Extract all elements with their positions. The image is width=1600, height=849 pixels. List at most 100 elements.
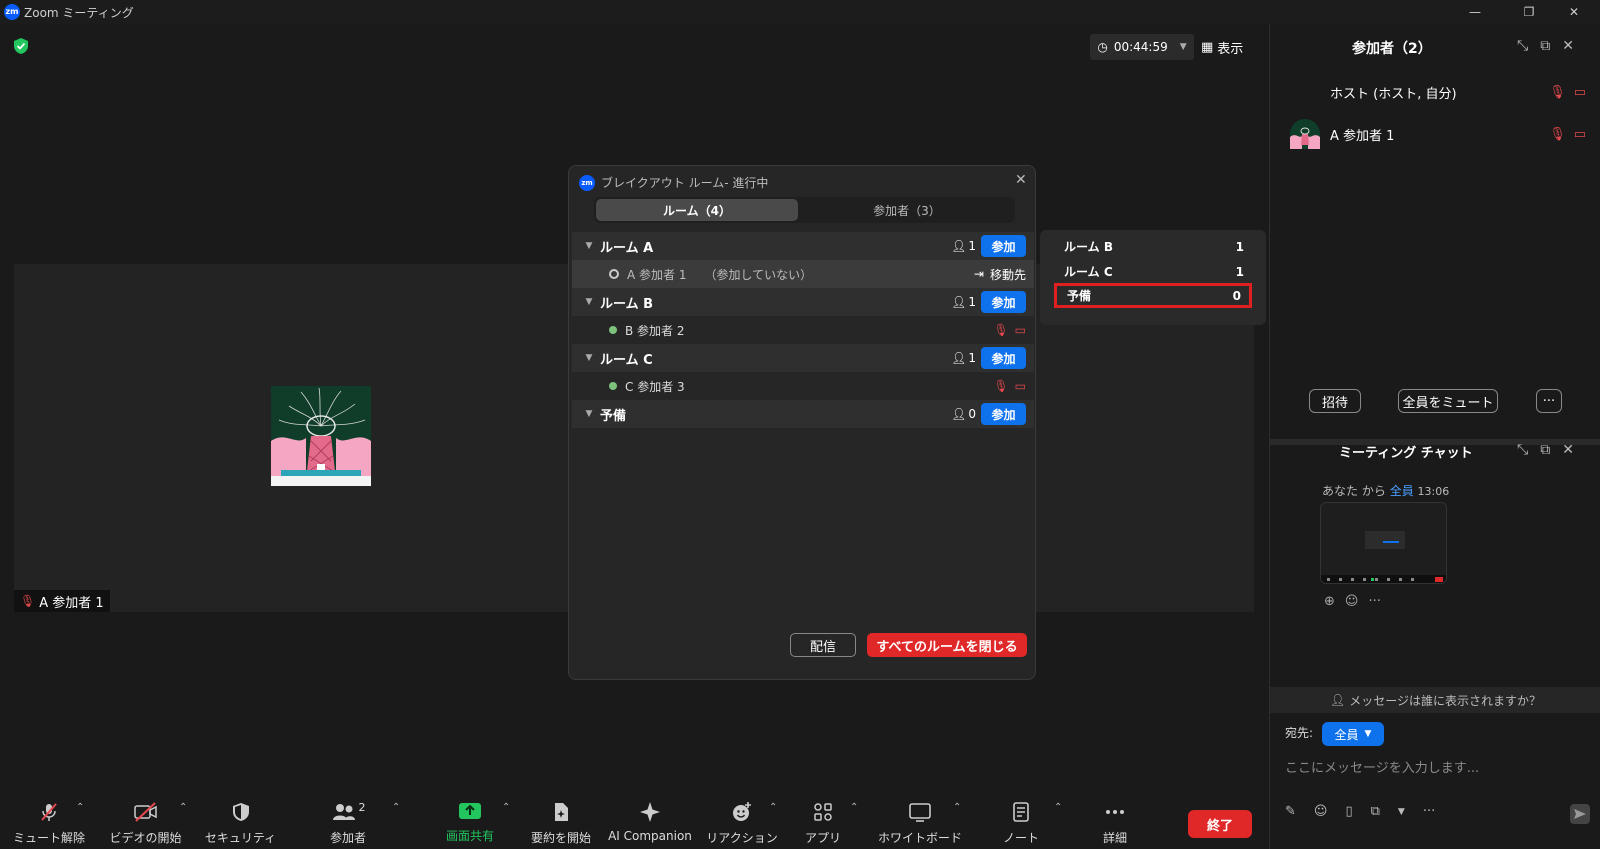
add-reaction-icon[interactable]: ☺ xyxy=(1345,594,1359,609)
expand-triangle-icon[interactable]: ▼ xyxy=(578,241,600,251)
more-dots-icon[interactable]: ··· xyxy=(1423,804,1435,819)
pop-out-icon[interactable]: ⧉ xyxy=(1540,442,1550,458)
video-off-icon[interactable]: ▭ xyxy=(1574,85,1586,100)
recipient-select[interactable]: 全員 ▼ xyxy=(1322,722,1384,746)
chevron-up-icon[interactable]: ⌃ xyxy=(953,802,961,813)
not-joined-status-icon xyxy=(609,269,619,279)
view-button[interactable]: ▦ 表示 xyxy=(1201,34,1257,60)
room-count-value: 1 xyxy=(968,295,976,309)
broadcast-button[interactable]: 配信 xyxy=(790,633,856,657)
collapse-icon[interactable]: ⤡ xyxy=(1517,442,1528,458)
tab-rooms[interactable]: ルーム（4） xyxy=(596,199,798,221)
invite-button[interactable]: 招待 xyxy=(1309,389,1361,413)
expand-triangle-icon[interactable]: ▼ xyxy=(578,297,600,307)
join-button[interactable]: 参加 xyxy=(981,403,1026,425)
chevron-up-icon[interactable]: ⌃ xyxy=(502,802,510,813)
start-video-button[interactable]: ビデオの開始 xyxy=(108,792,183,849)
security-button[interactable]: セキュリティ xyxy=(205,792,276,849)
recipient-value: 全員 xyxy=(1334,727,1359,742)
participant-row-a1[interactable]: A 参加者 1 （参加していない） ⇥ 移動先 xyxy=(572,260,1034,288)
restore-icon[interactable]: ❐ xyxy=(1506,0,1552,24)
move-to-action[interactable]: ⇥ 移動先 xyxy=(974,266,1026,283)
participant-row-c3[interactable]: C 参加者 3 🎙︎ ▭ xyxy=(572,372,1034,400)
move-to-menu: ルーム B 1 ルーム C 1 予備 0 xyxy=(1040,230,1266,325)
move-to-item-spare[interactable]: 予備 0 xyxy=(1054,283,1252,308)
participant-status-icons: 🎙︎ ▭ xyxy=(1549,127,1586,142)
room-row-c[interactable]: ▼ ルーム C 👤︎ 1 参加 xyxy=(572,344,1034,372)
participants-button[interactable]: 2 参加者 xyxy=(318,792,378,849)
apps-button[interactable]: アプリ xyxy=(797,792,849,849)
participant-name: A 参加者 1 xyxy=(627,267,687,282)
chevron-up-icon[interactable]: ⌃ xyxy=(769,802,777,813)
chevron-down-icon[interactable]: ▼ xyxy=(1398,807,1405,817)
close-icon[interactable]: ✕ xyxy=(1562,38,1574,54)
minimize-icon[interactable]: — xyxy=(1452,0,1498,24)
chevron-up-icon[interactable]: ⌃ xyxy=(392,802,400,813)
join-button[interactable]: 参加 xyxy=(981,235,1026,257)
expand-triangle-icon[interactable]: ▼ xyxy=(578,353,600,363)
people-info-icon: 👤︎ xyxy=(1330,693,1346,707)
collapse-icon[interactable]: ⤡ xyxy=(1517,38,1528,54)
move-to-item-room-c[interactable]: ルーム C 1 xyxy=(1054,259,1252,284)
room-count: 👤︎ 0 xyxy=(951,407,976,421)
room-row-b[interactable]: ▼ ルーム B 👤︎ 1 参加 xyxy=(572,288,1034,316)
meeting-timer[interactable]: ◷ 00:44:59 ▼ xyxy=(1090,34,1194,60)
participant-list-item-host[interactable]: ホスト (ホスト, 自分) 🎙︎ ▭ xyxy=(1290,74,1586,110)
screenshot-icon[interactable]: ⧉ xyxy=(1371,804,1380,819)
person-icon: 👤︎ xyxy=(951,295,967,309)
chat-panel-controls: ⤡ ⧉ ✕ xyxy=(1517,442,1574,458)
share-screen-button[interactable]: 画面共有 xyxy=(438,792,502,849)
zoom-logo-icon: zm xyxy=(4,4,20,20)
chat-panel-title: ミーティング チャット xyxy=(1339,446,1473,461)
reactions-button[interactable]: リアクション xyxy=(706,792,778,849)
chat-message-input[interactable]: ここにメッセージを入力します... xyxy=(1285,757,1479,776)
close-icon[interactable]: ✕ xyxy=(1562,442,1574,458)
move-to-label: 移動先 xyxy=(989,267,1026,282)
chevron-up-icon[interactable]: ⌃ xyxy=(179,802,187,813)
more-options-button[interactable]: ··· xyxy=(1536,389,1562,413)
start-summary-button[interactable]: 要約を開始 xyxy=(526,792,596,849)
more-dots-icon xyxy=(1106,810,1124,814)
chat-image-attachment[interactable] xyxy=(1320,502,1447,584)
recipient-label: 宛先: xyxy=(1285,726,1314,740)
whiteboard-button[interactable]: ホワイトボード xyxy=(878,792,962,849)
chat-recipient-link[interactable]: 全員 xyxy=(1390,484,1414,498)
pop-out-icon[interactable]: ⧉ xyxy=(1540,38,1550,54)
end-meeting-button[interactable]: 終了 xyxy=(1188,810,1252,838)
chevron-up-icon[interactable]: ⌃ xyxy=(850,802,858,813)
more-button[interactable]: 詳細 xyxy=(1092,792,1138,849)
mic-muted-icon[interactable]: 🎙︎ xyxy=(1549,127,1566,142)
more-dots-icon[interactable]: ··· xyxy=(1368,594,1380,609)
reply-icon[interactable]: ⊕ xyxy=(1324,594,1335,609)
move-to-item-room-b[interactable]: ルーム B 1 xyxy=(1054,234,1252,259)
notes-button[interactable]: ノート xyxy=(998,792,1044,849)
participant-row-b2[interactable]: B 参加者 2 🎙︎ ▭ xyxy=(572,316,1034,344)
close-all-rooms-button[interactable]: すべてのルームを閉じる xyxy=(867,633,1027,657)
chat-message-actions: ⊕ ☺ ··· xyxy=(1324,594,1381,609)
ai-companion-button[interactable]: AI Companion xyxy=(607,792,693,849)
mic-muted-icon[interactable]: 🎙︎ xyxy=(1549,85,1566,100)
timer-text: 00:44:59 xyxy=(1113,40,1168,54)
mute-all-button[interactable]: 全員をミュート xyxy=(1398,389,1498,413)
room-row-spare[interactable]: ▼ 予備 👤︎ 0 参加 xyxy=(572,400,1034,428)
encryption-shield-icon[interactable] xyxy=(12,37,30,55)
emoji-icon[interactable]: ☺ xyxy=(1314,804,1328,819)
room-row-a[interactable]: ▼ ルーム A 👤︎ 1 参加 xyxy=(572,232,1034,260)
send-icon[interactable] xyxy=(1570,804,1590,824)
join-button[interactable]: 参加 xyxy=(981,347,1026,369)
expand-triangle-icon[interactable]: ▼ xyxy=(578,409,600,419)
join-button[interactable]: 参加 xyxy=(981,291,1026,313)
format-icon[interactable]: ✎ xyxy=(1285,804,1296,819)
close-window-icon[interactable]: ✕ xyxy=(1551,0,1597,24)
file-icon[interactable]: ▯ xyxy=(1345,804,1352,819)
who-can-see-messages[interactable]: 👤︎ メッセージは誰に表示されますか？ xyxy=(1270,687,1600,713)
unmute-button[interactable]: ミュート解除 xyxy=(13,792,85,849)
chevron-up-icon[interactable]: ⌃ xyxy=(1054,802,1062,813)
participant-list-item-a1[interactable]: A 参加者 1 🎙︎ ▭ xyxy=(1290,116,1586,152)
avatar xyxy=(1290,119,1320,149)
tab-participants[interactable]: 参加者（3） xyxy=(802,199,1012,221)
participant-status: （参加していない） xyxy=(704,267,813,282)
close-icon[interactable]: ✕ xyxy=(1015,172,1027,188)
video-off-icon[interactable]: ▭ xyxy=(1574,127,1586,142)
chevron-up-icon[interactable]: ⌃ xyxy=(76,802,84,813)
